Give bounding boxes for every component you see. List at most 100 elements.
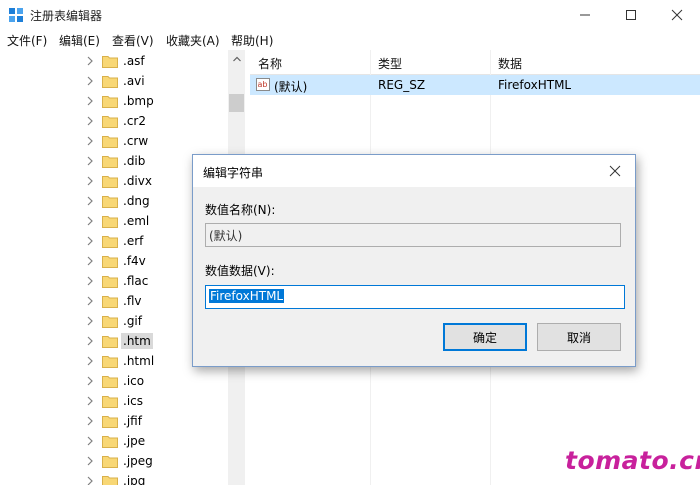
chevron-right-icon[interactable] — [84, 275, 96, 287]
tree-item[interactable]: .ics — [84, 391, 228, 411]
folder-icon — [102, 316, 118, 328]
folder-icon — [102, 336, 118, 348]
list-header: 名称 类型 数据 — [250, 50, 700, 75]
folder-icon — [102, 256, 118, 268]
folder-icon — [102, 76, 118, 88]
tree-item-label: .jpeg — [123, 454, 153, 468]
folder-icon — [102, 96, 118, 108]
chevron-right-icon[interactable] — [84, 295, 96, 307]
folder-icon — [102, 416, 118, 428]
minimize-icon — [580, 14, 590, 16]
folder-icon — [102, 136, 118, 148]
tree-item-label: .asf — [123, 54, 145, 68]
row-name: (默认) — [274, 80, 308, 94]
folder-icon — [102, 296, 118, 308]
cancel-button[interactable]: 取消 — [537, 323, 621, 351]
minimize-button[interactable] — [562, 0, 608, 30]
tree-item[interactable]: .jpg — [84, 471, 228, 485]
string-value-icon: ab — [256, 78, 270, 91]
chevron-right-icon[interactable] — [84, 235, 96, 247]
tree-item-label: .f4v — [123, 254, 146, 268]
tree-item-label: .ico — [123, 374, 145, 388]
folder-icon — [102, 356, 118, 368]
menu-view[interactable]: 查看(V) — [112, 32, 154, 49]
tree-item-label: .jpg — [123, 474, 146, 485]
tree-item[interactable]: .bmp — [84, 91, 228, 111]
row-data: FirefoxHTML — [498, 78, 572, 92]
close-icon[interactable] — [607, 163, 623, 179]
tree-item-label: .divx — [123, 174, 152, 188]
chevron-right-icon[interactable] — [84, 455, 96, 467]
chevron-right-icon[interactable] — [84, 215, 96, 227]
tree-item[interactable]: .cr2 — [84, 111, 228, 131]
tree-item[interactable]: .jfif — [84, 411, 228, 431]
row-type: REG_SZ — [378, 78, 426, 92]
dialog-title-bar: 编辑字符串 — [193, 155, 635, 187]
tree-item-label: .erf — [123, 234, 144, 248]
ok-button[interactable]: 确定 — [443, 323, 527, 351]
tree-item[interactable]: .jpeg — [84, 451, 228, 471]
tree-item[interactable]: .asf — [84, 51, 228, 71]
watermark: tomato.cm — [565, 446, 700, 475]
chevron-right-icon[interactable] — [84, 95, 96, 107]
tree-item-label: .crw — [123, 134, 149, 148]
chevron-right-icon[interactable] — [84, 135, 96, 147]
scroll-thumb[interactable] — [229, 94, 244, 112]
chevron-right-icon[interactable] — [84, 155, 96, 167]
tree-item[interactable]: .crw — [84, 131, 228, 151]
tree-item-label: .ics — [123, 394, 143, 408]
value-data-input[interactable]: FirefoxHTML — [205, 285, 625, 309]
chevron-right-icon[interactable] — [84, 475, 96, 485]
chevron-right-icon[interactable] — [84, 55, 96, 67]
menu-help[interactable]: 帮助(H) — [231, 32, 273, 49]
column-name[interactable]: 名称 — [258, 55, 282, 72]
column-type[interactable]: 类型 — [378, 55, 402, 72]
tree-item[interactable]: .jpe — [84, 431, 228, 451]
tree-item-label: .eml — [123, 214, 150, 228]
chevron-right-icon[interactable] — [84, 195, 96, 207]
chevron-right-icon[interactable] — [84, 175, 96, 187]
tree-item-label: .bmp — [123, 94, 154, 108]
value-data-label: 数值数据(V): — [205, 264, 275, 278]
tree-item-label: .dib — [123, 154, 146, 168]
close-button[interactable] — [654, 0, 700, 30]
tree-item-label: .avi — [123, 74, 145, 88]
chevron-right-icon[interactable] — [84, 335, 96, 347]
chevron-right-icon[interactable] — [84, 355, 96, 367]
chevron-right-icon[interactable] — [84, 415, 96, 427]
tree-item-label: .cr2 — [123, 114, 146, 128]
chevron-right-icon[interactable] — [84, 255, 96, 267]
close-icon — [671, 9, 683, 21]
folder-icon — [102, 476, 118, 485]
list-row-default[interactable]: ab (默认) REG_SZ FirefoxHTML — [250, 75, 700, 95]
maximize-button[interactable] — [608, 0, 654, 30]
tree-item-label: .flac — [123, 274, 149, 288]
column-data[interactable]: 数据 — [498, 55, 522, 72]
folder-icon — [102, 376, 118, 388]
selected-text: FirefoxHTML — [209, 289, 285, 303]
tree-item[interactable]: .avi — [84, 71, 228, 91]
tree-item[interactable]: .ico — [84, 371, 228, 391]
menu-edit[interactable]: 编辑(E) — [59, 32, 100, 49]
chevron-right-icon[interactable] — [84, 75, 96, 87]
value-name-field: (默认) — [205, 223, 621, 247]
folder-icon — [102, 396, 118, 408]
tree-item-label: .html — [123, 354, 155, 368]
scroll-up-button[interactable] — [228, 50, 245, 67]
chevron-right-icon[interactable] — [84, 395, 96, 407]
folder-icon — [102, 216, 118, 228]
folder-icon — [102, 116, 118, 128]
chevron-right-icon[interactable] — [84, 375, 96, 387]
chevron-right-icon[interactable] — [84, 435, 96, 447]
folder-icon — [102, 456, 118, 468]
edit-string-dialog: 编辑字符串 数值名称(N): (默认) 数值数据(V): FirefoxHTML… — [192, 154, 636, 367]
folder-icon — [102, 236, 118, 248]
menu-favorites[interactable]: 收藏夹(A) — [166, 32, 220, 49]
menu-file[interactable]: 文件(F) — [7, 32, 47, 49]
svg-text:ab: ab — [258, 80, 268, 89]
folder-icon — [102, 196, 118, 208]
chevron-right-icon[interactable] — [84, 115, 96, 127]
chevron-right-icon[interactable] — [84, 315, 96, 327]
window-title: 注册表编辑器 — [30, 9, 103, 23]
folder-icon — [102, 56, 118, 68]
